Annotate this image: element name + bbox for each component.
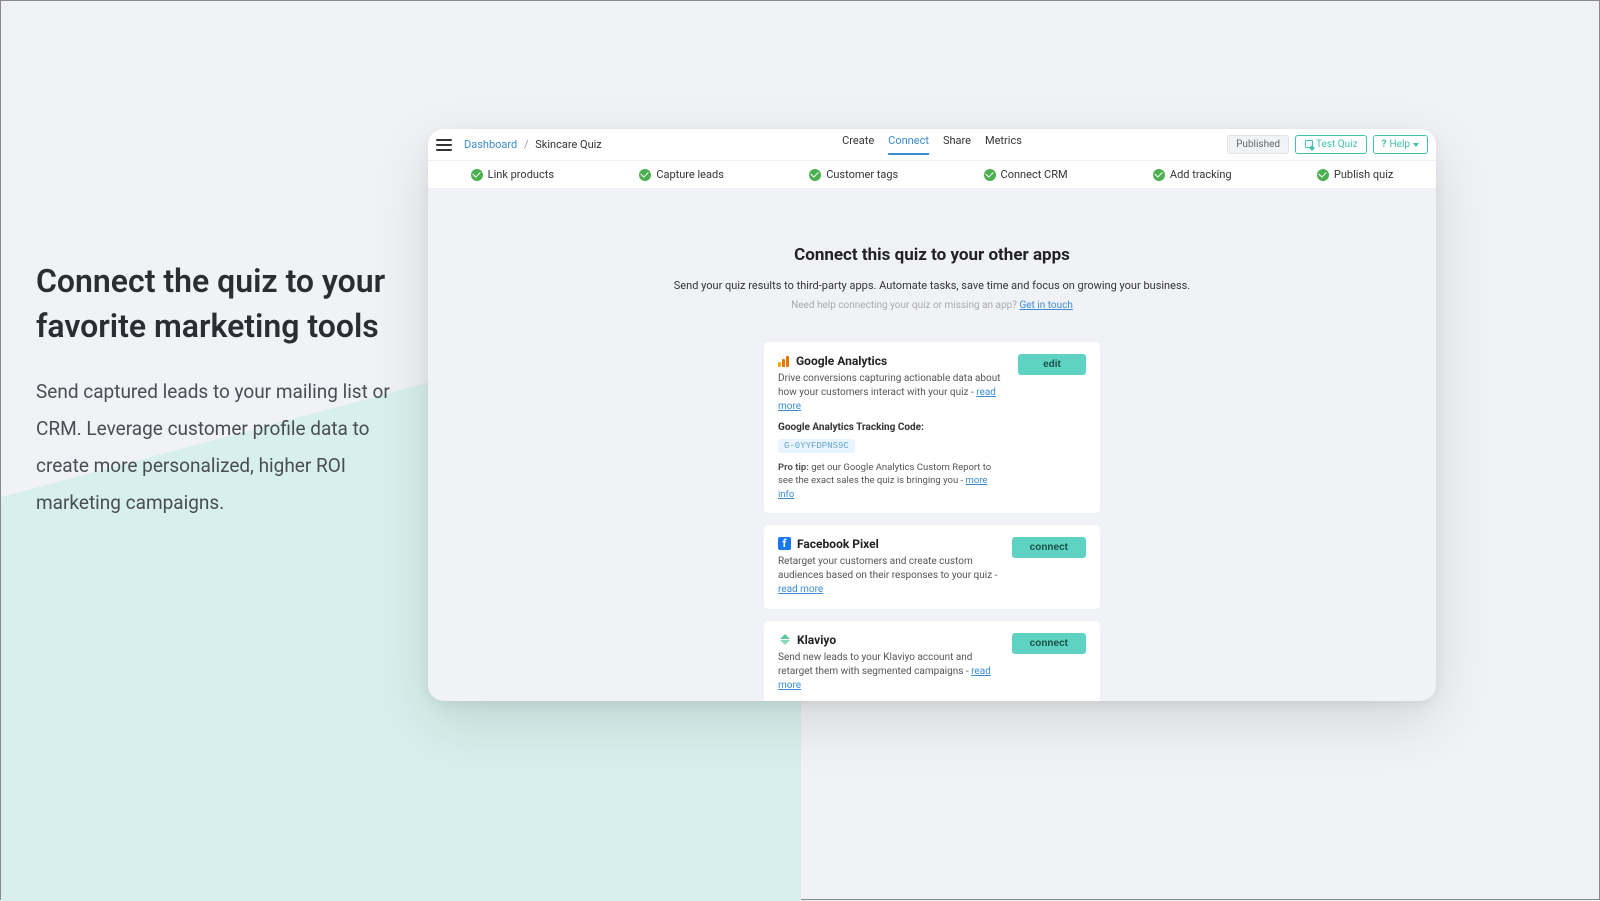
google-analytics-icon — [778, 355, 790, 367]
step-publish-quiz[interactable]: Publish quiz — [1317, 168, 1393, 181]
step-label: Link products — [488, 168, 554, 181]
check-icon — [1153, 169, 1165, 181]
app-window: Dashboard / Skincare Quiz Create Connect… — [428, 129, 1436, 701]
tracking-code-label: Google Analytics Tracking Code: — [778, 422, 1004, 433]
card-desc-text: Retarget your customers and create custo… — [778, 556, 997, 581]
step-customer-tags[interactable]: Customer tags — [809, 168, 898, 181]
topbar: Dashboard / Skincare Quiz Create Connect… — [428, 129, 1436, 161]
card-title-label: Google Analytics — [796, 354, 887, 368]
menu-icon[interactable] — [436, 139, 452, 151]
page-subheading: Send your quiz results to third-party ap… — [468, 279, 1396, 292]
hero-copy: Connect the quiz to your favorite market… — [36, 259, 416, 521]
tracking-code-value: G-0YYFDPNS9C — [778, 439, 855, 453]
breadcrumb: Dashboard / Skincare Quiz — [464, 138, 602, 151]
hero-body: Send captured leads to your mailing list… — [36, 373, 416, 521]
tab-connect[interactable]: Connect — [888, 134, 929, 155]
topbar-actions: Published Test Quiz ? Help — [1227, 135, 1428, 154]
klaviyo-icon — [778, 633, 791, 646]
check-icon — [809, 169, 821, 181]
step-label: Add tracking — [1170, 168, 1232, 181]
facebook-icon: f — [778, 537, 791, 550]
step-label: Connect CRM — [1001, 168, 1068, 181]
step-label: Publish quiz — [1334, 168, 1393, 181]
breadcrumb-root-link[interactable]: Dashboard — [464, 138, 517, 151]
step-capture-leads[interactable]: Capture leads — [639, 168, 724, 181]
check-icon — [984, 169, 996, 181]
step-add-tracking[interactable]: Add tracking — [1153, 168, 1232, 181]
status-badge: Published — [1227, 135, 1289, 154]
connect-button[interactable]: connect — [1012, 633, 1086, 654]
check-icon — [471, 169, 483, 181]
hero-title: Connect the quiz to your favorite market… — [36, 259, 416, 349]
edit-icon — [1304, 140, 1313, 149]
breadcrumb-current: Skincare Quiz — [535, 138, 602, 151]
page-heading: Connect this quiz to your other apps — [468, 245, 1396, 265]
page-content: Connect this quiz to your other apps Sen… — [428, 189, 1436, 701]
test-quiz-label: Test Quiz — [1316, 139, 1357, 150]
card-title-label: Klaviyo — [797, 633, 836, 647]
main-tabs: Create Connect Share Metrics — [842, 134, 1022, 155]
tab-share[interactable]: Share — [943, 134, 971, 155]
card-description: Retarget your customers and create custo… — [778, 555, 998, 597]
card-facebook-pixel: f Facebook Pixel Retarget your customers… — [763, 524, 1101, 610]
help-label: Help — [1390, 139, 1410, 150]
pro-tip-body: get our Google Analytics Custom Report t… — [778, 462, 991, 486]
edit-button[interactable]: edit — [1018, 354, 1086, 375]
tab-create[interactable]: Create — [842, 134, 874, 155]
card-google-analytics: Google Analytics Drive conversions captu… — [763, 341, 1101, 514]
check-icon — [1317, 169, 1329, 181]
help-icon: ? — [1382, 139, 1387, 150]
card-description: Send new leads to your Klaviyo account a… — [778, 651, 998, 693]
card-desc-text: Send new leads to your Klaviyo account a… — [778, 652, 972, 677]
breadcrumb-separator: / — [524, 138, 529, 151]
step-link-products[interactable]: Link products — [471, 168, 554, 181]
help-text: Need help connecting your quiz or missin… — [468, 300, 1396, 311]
card-description: Drive conversions capturing actionable d… — [778, 372, 1004, 414]
tab-metrics[interactable]: Metrics — [985, 134, 1022, 155]
step-label: Customer tags — [826, 168, 898, 181]
step-label: Capture leads — [656, 168, 724, 181]
test-quiz-button[interactable]: Test Quiz — [1295, 135, 1366, 154]
card-title-label: Facebook Pixel — [797, 537, 879, 551]
card-klaviyo: Klaviyo Send new leads to your Klaviyo a… — [763, 620, 1101, 701]
help-prefix: Need help connecting your quiz or missin… — [791, 300, 1019, 311]
get-in-touch-link[interactable]: Get in touch — [1019, 300, 1072, 311]
read-more-link[interactable]: read more — [778, 584, 823, 595]
progress-steps: Link products Capture leads Customer tag… — [428, 161, 1436, 189]
chevron-down-icon — [1413, 143, 1419, 147]
pro-tip: Pro tip: get our Google Analytics Custom… — [778, 461, 1004, 501]
connect-button[interactable]: connect — [1012, 537, 1086, 558]
check-icon — [639, 169, 651, 181]
step-connect-crm[interactable]: Connect CRM — [984, 168, 1068, 181]
card-desc-text: Drive conversions capturing actionable d… — [778, 373, 1001, 398]
integration-cards: Google Analytics Drive conversions captu… — [763, 341, 1101, 701]
help-button[interactable]: ? Help — [1373, 135, 1428, 154]
pro-tip-label: Pro tip: — [778, 462, 809, 473]
